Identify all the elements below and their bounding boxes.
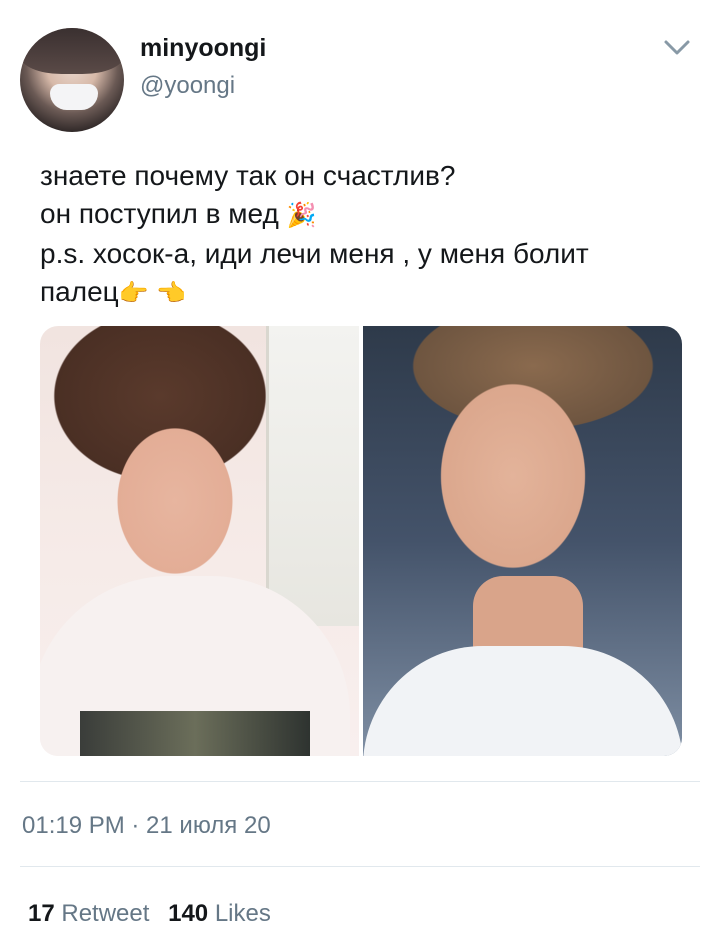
avatar-mask — [50, 84, 98, 110]
media-photo-1[interactable] — [40, 326, 359, 756]
tweet-line-with-emoji: палец👉 👈 — [40, 273, 690, 313]
divider — [20, 781, 700, 782]
media-photo-2[interactable] — [363, 326, 682, 756]
tweet-line: он поступил в мед — [40, 198, 279, 229]
tweet-media — [40, 326, 682, 756]
retweets-stat[interactable]: 17 Retweet — [28, 900, 149, 927]
avatar-hair — [20, 28, 124, 74]
photo-shirt-print — [80, 711, 310, 756]
tweet-line: знаете почему так он счастлив? — [40, 160, 456, 191]
avatar[interactable] — [20, 28, 124, 132]
likes-count: 140 — [168, 900, 209, 927]
tweet-stats: 17 Retweet 140 Likes — [28, 900, 283, 928]
user-handle[interactable]: @yoongi — [140, 72, 235, 100]
likes-label: Likes — [214, 900, 271, 927]
pointing-right-icon: 👉 — [118, 280, 149, 307]
retweets-count: 17 — [28, 900, 55, 927]
photo-shirt — [363, 646, 682, 756]
photo-background-cabinet — [266, 326, 359, 626]
tweet-text: знаете почему так он счастлив? он поступ… — [40, 157, 690, 313]
timestamp[interactable]: 01:19 PM · 21 июля 20 — [22, 812, 271, 840]
pointing-left-icon: 👈 — [156, 280, 187, 307]
tweet-line: палец — [40, 276, 119, 307]
tweet-line-with-emoji: он поступил в мед 🎉 — [40, 195, 690, 235]
likes-stat[interactable]: 140 Likes — [168, 900, 271, 927]
chevron-down-icon[interactable] — [662, 34, 692, 60]
display-name[interactable]: minyoongi — [140, 34, 266, 63]
tweet-line: p.s. хосок-а, иди лечи меня , у меня бол… — [40, 238, 589, 269]
retweets-label: Retweet — [61, 900, 150, 927]
party-popper-icon: 🎉 — [286, 202, 317, 229]
divider — [20, 866, 700, 867]
